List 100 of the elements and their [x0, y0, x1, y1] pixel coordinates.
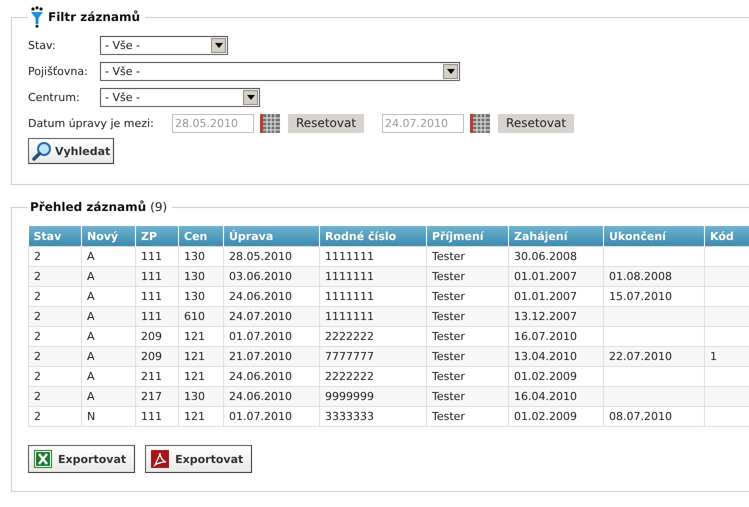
column-header[interactable]: Příjmení: [426, 226, 508, 246]
table-cell: 21.07.2010: [229, 350, 292, 363]
spreadsheet-icon: [34, 450, 52, 468]
column-header[interactable]: Ukončení: [604, 226, 704, 246]
search-button[interactable]: Vyhledat: [28, 138, 114, 164]
field-label: Centrum:: [28, 90, 81, 104]
dropdown[interactable]: - Vše -: [100, 36, 228, 54]
table-cell: 2: [34, 290, 41, 303]
table-cell: 217: [141, 390, 162, 403]
table-cell: 111: [141, 250, 162, 263]
export-button[interactable]: Exportovat: [145, 445, 252, 473]
table-cell: 2: [34, 250, 41, 263]
table-cell: 13.12.2007: [514, 310, 577, 323]
table-cell: 24.06.2010: [229, 370, 292, 383]
date-field[interactable]: 24.07.2010: [382, 114, 464, 132]
table-cell: 01.01.2007: [514, 290, 577, 303]
table-cell: 2: [34, 330, 41, 343]
table-cell: 08.07.2010: [609, 410, 672, 423]
column-header[interactable]: Stav: [28, 226, 82, 246]
table-cell: 22.07.2010: [609, 350, 672, 363]
table-cell: 2: [34, 370, 41, 383]
table-cell: 1111111: [325, 270, 374, 283]
table-cell: 7777777: [325, 350, 374, 363]
table-cell: 111: [141, 270, 162, 283]
table-cell: 2: [34, 270, 41, 283]
table-cell: Tester: [432, 330, 465, 343]
table-cell: 2222222: [325, 370, 374, 383]
column-header[interactable]: Kód: [704, 226, 749, 246]
dropdown[interactable]: - Vše -: [100, 62, 460, 80]
dropdown[interactable]: - Vše -: [100, 88, 260, 106]
table-cell: 211: [141, 370, 162, 383]
table-cell: A: [87, 310, 95, 323]
table-cell: 111: [141, 410, 162, 423]
table-cell: 30.06.2008: [514, 250, 577, 263]
field-label: Pojišťovna:: [28, 64, 89, 78]
column-header[interactable]: Rodné číslo: [320, 226, 426, 246]
table-cell: 209: [141, 330, 162, 343]
records-title: Přehled záznamů: [30, 200, 146, 214]
table-cell: 2: [34, 390, 41, 403]
column-header[interactable]: Cen: [178, 226, 224, 246]
column-header[interactable]: ZP: [136, 226, 178, 246]
column-header[interactable]: Úprava: [224, 226, 320, 246]
table-cell: Tester: [432, 350, 465, 363]
table-cell: 121: [184, 350, 205, 363]
table-cell: A: [87, 350, 95, 363]
table-cell: 121: [184, 330, 205, 343]
record-count: (9): [150, 200, 168, 214]
magnifier-icon: [32, 141, 52, 161]
table-cell: 2: [34, 350, 41, 363]
table-cell: 130: [184, 390, 205, 403]
table-cell: 3333333: [325, 410, 374, 423]
table-cell: 01.02.2009: [514, 410, 577, 423]
table-cell: 130: [184, 290, 205, 303]
table-cell: 209: [141, 350, 162, 363]
table-cell: 111: [141, 310, 162, 323]
table-cell: 2222222: [325, 330, 374, 343]
table-cell: 16.04.2010: [514, 390, 577, 403]
table-cell: 01.08.2008: [609, 270, 672, 283]
funnel-icon: [30, 6, 44, 28]
table-cell: Tester: [432, 390, 465, 403]
table-cell: 1111111: [325, 250, 374, 263]
table-cell: 24.06.2010: [229, 290, 292, 303]
table-cell: A: [87, 290, 95, 303]
table-cell: Tester: [432, 370, 465, 383]
table-cell: Tester: [432, 250, 465, 263]
reset-button[interactable]: Resetovat: [288, 114, 364, 132]
table-cell: 1111111: [325, 290, 374, 303]
table-cell: 130: [184, 250, 205, 263]
date-field[interactable]: 28.05.2010: [172, 114, 254, 132]
table-cell: A: [87, 370, 95, 383]
table-cell: A: [87, 390, 95, 403]
column-header[interactable]: Nový: [82, 226, 136, 246]
column-header[interactable]: Zahájení: [508, 226, 604, 246]
table-cell: 111: [141, 290, 162, 303]
calendar-icon[interactable]: [470, 114, 490, 132]
document-icon: [151, 450, 170, 468]
table-cell: 15.07.2010: [609, 290, 672, 303]
table-cell: N: [87, 410, 96, 423]
table-cell: 13.04.2010: [514, 350, 577, 363]
date-range-label: Datum úpravy je mezi:: [28, 116, 155, 130]
reset-button[interactable]: Resetovat: [498, 114, 574, 132]
table-cell: 28.05.2010: [229, 250, 292, 263]
field-label: Stav:: [28, 38, 57, 52]
table-cell: 2: [34, 410, 41, 423]
table-cell: 9999999: [325, 390, 374, 403]
table-cell: 121: [184, 410, 205, 423]
table-cell: A: [87, 250, 95, 263]
table-cell: 24.06.2010: [229, 390, 292, 403]
filter-title: Filtr záznamů: [48, 10, 140, 24]
table-cell: 01.01.2007: [514, 270, 577, 283]
table-cell: 24.07.2010: [229, 310, 292, 323]
table-cell: 2: [34, 310, 41, 323]
table-cell: Tester: [432, 270, 465, 283]
table-cell: 01.07.2010: [229, 330, 292, 343]
table-cell: 03.06.2010: [229, 270, 292, 283]
table-cell: 610: [184, 310, 205, 323]
export-button[interactable]: Exportovat: [28, 445, 136, 473]
table-cell: 01.07.2010: [229, 410, 292, 423]
table-cell: 1111111: [325, 310, 374, 323]
calendar-icon[interactable]: [260, 114, 280, 132]
